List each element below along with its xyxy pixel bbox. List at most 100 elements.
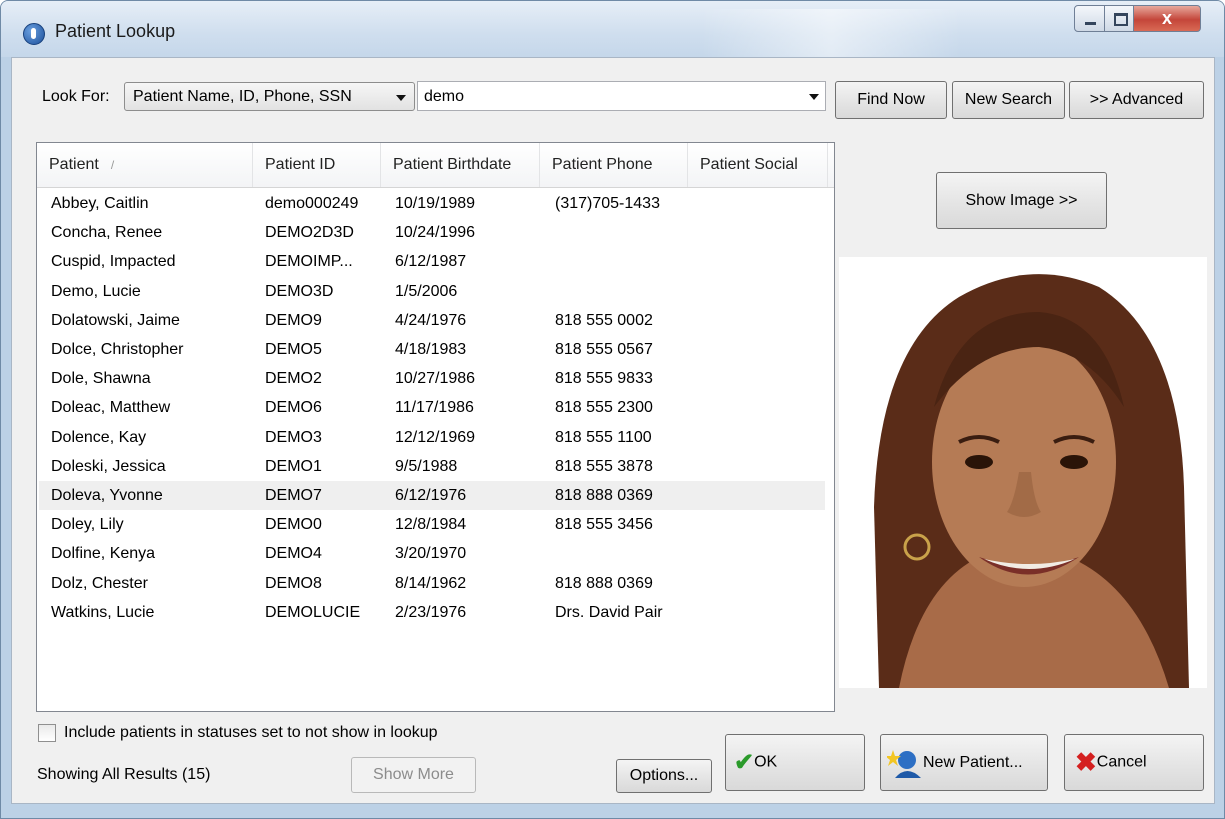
cell-birthdate: 4/24/1976 [395, 311, 467, 329]
cell-patient-name: Watkins, Lucie [51, 603, 155, 621]
cell-patient-name: Doleac, Matthew [51, 399, 171, 417]
app-icon [23, 23, 45, 45]
cell-phone: 818 555 0567 [555, 341, 653, 358]
cell-patient-name: Doley, Lily [51, 516, 124, 534]
cell-birthdate: 8/14/1962 [395, 574, 467, 592]
cell-patient-name: Concha, Renee [51, 224, 163, 242]
cell-social [703, 481, 823, 510]
table-row[interactable]: Dolence, Kay DEMO3 12/12/1969 818 555 1100 [39, 423, 825, 452]
maximize-button[interactable] [1104, 5, 1134, 32]
table-row[interactable]: Concha, Renee DEMO2D3D 10/24/1996 [39, 218, 825, 247]
cell-social [703, 335, 823, 364]
table-row[interactable]: Dolce, Christopher DEMO5 4/18/1983 818 555 … [39, 335, 825, 364]
table-row[interactable]: Abbey, Caitlin demo000249 10/19/1989 (317)7… [39, 189, 825, 218]
cell-birthdate: 4/18/1983 [395, 341, 467, 358]
search-input[interactable] [422, 85, 796, 109]
cell-birthdate: 10/19/1989 [395, 195, 476, 212]
window-title: Patient Lookup [55, 21, 176, 41]
show-more-button[interactable]: Show More [351, 757, 476, 793]
table-row[interactable]: Dolfine, Kenya DEMO4 3/20/1970 [39, 539, 825, 568]
cell-phone: 818 555 0002 [555, 311, 653, 329]
cell-social [703, 539, 823, 568]
table-row[interactable]: Cuspid, Impacted DEMOIMP... 6/12/1987 [39, 247, 825, 276]
cell-phone: (317)705-1433 [555, 195, 660, 212]
cell-birthdate: 3/20/1970 [395, 545, 467, 563]
cell-patient-name: Dole, Shawna [51, 370, 151, 388]
cell-patient-id: DEMO8 [265, 574, 322, 592]
cell-birthdate: 1/5/2006 [395, 282, 458, 300]
table-row[interactable]: Doleac, Matthew DEMO6 11/17/1986 818 555 23… [39, 393, 825, 422]
cell-social [703, 218, 823, 247]
column-header-patient-id[interactable]: Patient ID [253, 143, 381, 187]
table-row[interactable]: Dolatowski, Jaime DEMO9 4/24/1976 818 555 0… [39, 306, 825, 335]
new-search-button[interactable]: New Search [952, 81, 1065, 119]
search-type-dropdown[interactable]: Patient Name, ID, Phone, SSN [124, 82, 415, 111]
cell-patient-name: Abbey, Caitlin [51, 195, 149, 212]
cell-phone: 818 555 2300 [555, 399, 653, 417]
cell-patient-name: Cuspid, Impacted [51, 253, 176, 271]
table-row[interactable]: Dolz, Chester DEMO8 8/14/1962 818 888 0369 [39, 569, 825, 598]
cell-birthdate: 2/23/1976 [395, 603, 467, 621]
cell-patient-name: Doleva, Yvonne [51, 487, 163, 504]
ok-button[interactable]: ✔OK [725, 734, 865, 791]
cell-patient-name: Dolence, Kay [51, 428, 147, 446]
include-hidden-statuses-checkbox[interactable] [38, 724, 56, 742]
cell-patient-name: Dolce, Christopher [51, 341, 184, 358]
search-combo[interactable] [417, 81, 826, 111]
green-checkmark-icon: ✔ [734, 749, 755, 776]
table-row[interactable]: Doleva, Yvonne DEMO7 6/12/1976 818 888 0369 [39, 481, 825, 510]
cell-patient-id: DEMO3D [265, 282, 334, 300]
column-header-social[interactable]: Patient Social [688, 143, 828, 187]
patient-photo [839, 257, 1207, 688]
cell-patient-id: DEMO5 [265, 341, 322, 358]
advanced-button[interactable]: >> Advanced [1069, 81, 1204, 119]
cell-patient-id: DEMO2D3D [265, 224, 354, 242]
cell-social [703, 277, 823, 306]
red-x-icon: ✖ [1075, 747, 1097, 777]
cell-phone [555, 277, 697, 306]
table-row[interactable]: Doley, Lily DEMO0 12/8/1984 818 555 3456 [39, 510, 825, 539]
list-header: Patient / Patient ID Patient Birthdate Pa… [37, 143, 834, 188]
column-header-phone[interactable]: Patient Phone [540, 143, 688, 187]
cell-social [703, 423, 823, 452]
cell-patient-id: DEMO1 [265, 457, 322, 475]
cell-birthdate: 9/5/1988 [395, 457, 458, 475]
cell-phone [555, 539, 697, 568]
cell-phone: 818 888 0369 [555, 487, 653, 504]
cell-patient-name: Dolatowski, Jaime [51, 311, 180, 329]
cell-social [703, 393, 823, 422]
chevron-down-icon[interactable] [809, 94, 819, 100]
table-row[interactable]: Watkins, Lucie DEMOLUCIE 2/23/1976 Drs. Dav… [39, 598, 825, 627]
table-row[interactable]: Dole, Shawna DEMO2 10/27/1986 818 555 9833 [39, 364, 825, 393]
cell-phone [555, 247, 697, 276]
show-image-button[interactable]: Show Image >> [936, 172, 1107, 229]
new-patient-button[interactable]: New Patient... [880, 734, 1048, 791]
cell-phone: 818 555 9833 [555, 370, 653, 388]
patient-results-list[interactable]: Patient / Patient ID Patient Birthdate Pa… [36, 142, 835, 712]
table-row[interactable]: Demo, Lucie DEMO3D 1/5/2006 [39, 277, 825, 306]
column-header-birthdate[interactable]: Patient Birthdate [381, 143, 540, 187]
cell-birthdate: 6/12/1976 [395, 487, 467, 504]
cell-patient-name: Dolz, Chester [51, 574, 148, 592]
minimize-button[interactable] [1074, 5, 1105, 32]
options-button[interactable]: Options... [616, 759, 712, 793]
new-patient-button-label: New Patient... [923, 753, 1023, 771]
close-icon: x [1161, 8, 1172, 28]
cancel-button[interactable]: ✖Cancel [1064, 734, 1204, 791]
close-button[interactable]: x [1133, 5, 1201, 32]
title-bar[interactable]: Patient Lookup x [1, 1, 1224, 57]
cell-patient-name: Dolfine, Kenya [51, 545, 156, 563]
search-type-value: Patient Name, ID, Phone, SSN [133, 88, 352, 105]
cell-birthdate: 10/24/1996 [395, 224, 476, 242]
cell-patient-id: DEMO4 [265, 545, 322, 563]
chevron-down-icon [396, 95, 406, 101]
table-row[interactable]: Doleski, Jessica DEMO1 9/5/1988 818 555 387… [39, 452, 825, 481]
cell-phone: 818 555 1100 [555, 428, 652, 446]
cell-birthdate: 12/8/1984 [395, 516, 467, 534]
cell-patient-id: DEMO0 [265, 516, 322, 534]
cell-birthdate: 11/17/1986 [395, 399, 474, 417]
patient-lookup-window: Patient Lookup x Look For: Patient Name,… [0, 0, 1225, 819]
find-now-button[interactable]: Find Now [835, 81, 947, 119]
title-bar-background-graphic [701, 9, 961, 57]
column-header-patient[interactable]: Patient / [37, 143, 253, 187]
